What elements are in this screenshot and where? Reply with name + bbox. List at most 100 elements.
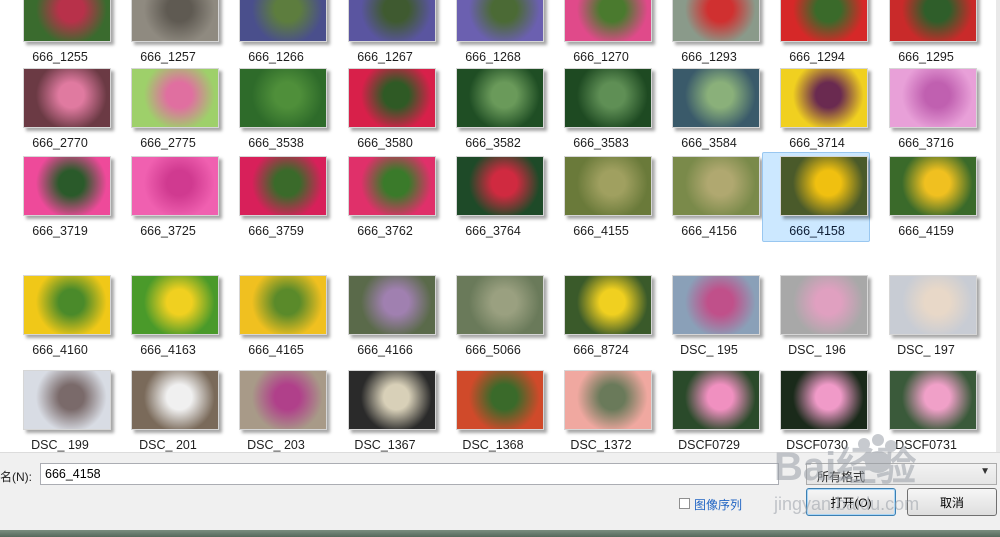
open-button[interactable]: 打开(O)	[806, 488, 896, 516]
thumbnail-image[interactable]	[780, 68, 868, 128]
thumbnail-item[interactable]: 666_1268	[438, 0, 546, 68]
thumbnail-item[interactable]: 666_3716	[871, 64, 979, 154]
thumbnail-item[interactable]: 666_3580	[330, 64, 438, 154]
thumbnail-image[interactable]	[348, 275, 436, 335]
thumbnail-image[interactable]	[456, 156, 544, 216]
thumbnail-image[interactable]	[239, 275, 327, 335]
thumbnail-item[interactable]: 666_4155	[546, 152, 654, 242]
thumbnail-item[interactable]: 666_4165	[221, 271, 329, 361]
thumbnail-image[interactable]	[564, 370, 652, 430]
thumbnail-item[interactable]: 666_1295	[871, 0, 979, 68]
thumbnail-item[interactable]: DSCF0731	[871, 366, 979, 452]
thumbnail-item[interactable]: DSC_1372	[546, 366, 654, 452]
thumbnail-image[interactable]	[131, 0, 219, 42]
thumbnail-caption: DSC_1368	[462, 438, 524, 452]
scrollbar[interactable]	[996, 0, 1000, 452]
thumbnail-item[interactable]: 666_2770	[5, 64, 113, 154]
thumbnail-item[interactable]: 666_1266	[221, 0, 329, 68]
thumbnail-item[interactable]: 666_5066	[438, 271, 546, 361]
thumbnail-image[interactable]	[131, 370, 219, 430]
thumbnail-image[interactable]	[23, 0, 111, 42]
thumbnail-image[interactable]	[131, 156, 219, 216]
thumbnail-item[interactable]: 666_3583	[546, 64, 654, 154]
thumbnail-image[interactable]	[456, 275, 544, 335]
thumbnail-image[interactable]	[23, 156, 111, 216]
thumbnail-item[interactable]: DSC_ 197	[871, 271, 979, 361]
thumbnail-image[interactable]	[672, 370, 760, 430]
thumbnail-image[interactable]	[456, 0, 544, 42]
thumbnail-image[interactable]	[23, 370, 111, 430]
thumbnail-image[interactable]	[456, 370, 544, 430]
thumbnail-image[interactable]	[889, 68, 977, 128]
thumbnail-image[interactable]	[780, 370, 868, 430]
thumbnail-item[interactable]: 666_1270	[546, 0, 654, 68]
thumbnail-item[interactable]: 666_3582	[438, 64, 546, 154]
thumbnail-image[interactable]	[239, 68, 327, 128]
thumbnail-image[interactable]	[348, 370, 436, 430]
thumbnail-image[interactable]	[564, 275, 652, 335]
thumbnail-item[interactable]: 666_3759	[221, 152, 329, 242]
thumbnail-item[interactable]: 666_1267	[330, 0, 438, 68]
thumbnail-image[interactable]	[889, 0, 977, 42]
thumbnail-caption: 666_1270	[573, 50, 629, 64]
thumbnail-image[interactable]	[348, 0, 436, 42]
image-sequence-checkbox[interactable]	[679, 498, 690, 509]
thumbnail-item[interactable]: 666_8724	[546, 271, 654, 361]
thumbnail-image[interactable]	[564, 156, 652, 216]
thumbnail-item[interactable]: 666_4158	[762, 152, 870, 242]
thumbnail-image[interactable]	[889, 275, 977, 335]
thumbnail-item[interactable]: DSC_1367	[330, 366, 438, 452]
thumbnail-image[interactable]	[23, 275, 111, 335]
thumbnail-item[interactable]: 666_2775	[113, 64, 221, 154]
thumbnail-image[interactable]	[348, 156, 436, 216]
thumbnail-image[interactable]	[239, 0, 327, 42]
filename-input[interactable]	[40, 463, 779, 485]
thumbnail-item[interactable]: 666_4163	[113, 271, 221, 361]
image-sequence-label[interactable]: 图像序列	[694, 496, 742, 513]
thumbnail-item[interactable]: DSC_ 201	[113, 366, 221, 452]
thumbnail-item[interactable]: DSCF0730	[762, 366, 870, 452]
cancel-button[interactable]: 取消	[907, 488, 997, 516]
thumbnail-item[interactable]: DSCF0729	[654, 366, 762, 452]
thumbnail-item[interactable]: 666_3719	[5, 152, 113, 242]
thumbnail-image[interactable]	[672, 275, 760, 335]
thumbnail-item[interactable]: DSC_ 196	[762, 271, 870, 361]
thumbnail-item[interactable]: 666_1257	[113, 0, 221, 68]
thumbnail-image[interactable]	[672, 156, 760, 216]
thumbnail-item[interactable]: 666_3538	[221, 64, 329, 154]
thumbnail-item[interactable]: 666_3714	[762, 64, 870, 154]
thumbnail-item[interactable]: 666_3725	[113, 152, 221, 242]
thumbnail-image[interactable]	[672, 0, 760, 42]
thumbnail-item[interactable]: DSC_1368	[438, 366, 546, 452]
thumbnail-item[interactable]: 666_3762	[330, 152, 438, 242]
thumbnail-image[interactable]	[239, 156, 327, 216]
thumbnail-item[interactable]: 666_3764	[438, 152, 546, 242]
file-type-dropdown[interactable]: 所有格式 ▼	[806, 463, 997, 485]
thumbnail-image[interactable]	[780, 0, 868, 42]
thumbnail-item[interactable]: 666_3584	[654, 64, 762, 154]
thumbnail-image[interactable]	[889, 156, 977, 216]
thumbnail-item[interactable]: 666_4166	[330, 271, 438, 361]
thumbnail-item[interactable]: 666_4160	[5, 271, 113, 361]
thumbnail-image[interactable]	[131, 68, 219, 128]
thumbnail-image[interactable]	[456, 68, 544, 128]
thumbnail-item[interactable]: 666_1255	[5, 0, 113, 68]
thumbnail-image[interactable]	[564, 0, 652, 42]
thumbnail-image[interactable]	[564, 68, 652, 128]
thumbnail-item[interactable]: DSC_ 199	[5, 366, 113, 452]
thumbnail-image[interactable]	[672, 68, 760, 128]
thumbnail-image[interactable]	[131, 275, 219, 335]
thumbnail-item[interactable]: 666_4156	[654, 152, 762, 242]
thumbnail-item[interactable]: 666_1293	[654, 0, 762, 68]
thumbnail-grid[interactable]: 666_1255 666_1257 666_1266 666_1267 666_1268…	[0, 0, 1000, 452]
thumbnail-image[interactable]	[889, 370, 977, 430]
thumbnail-item[interactable]: DSC_ 195	[654, 271, 762, 361]
thumbnail-image[interactable]	[239, 370, 327, 430]
thumbnail-image[interactable]	[23, 68, 111, 128]
thumbnail-item[interactable]: 666_4159	[871, 152, 979, 242]
thumbnail-item[interactable]: 666_1294	[762, 0, 870, 68]
thumbnail-image[interactable]	[780, 156, 868, 216]
thumbnail-item[interactable]: DSC_ 203	[221, 366, 329, 452]
thumbnail-image[interactable]	[780, 275, 868, 335]
thumbnail-image[interactable]	[348, 68, 436, 128]
